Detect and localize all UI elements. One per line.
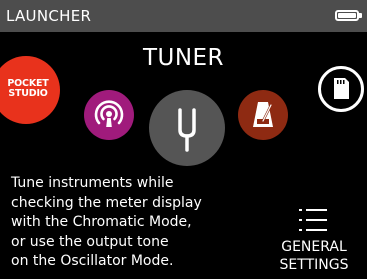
pocket-studio-logo: POCKET STUDIO bbox=[0, 79, 58, 99]
sd-card-app-icon[interactable] bbox=[318, 66, 364, 112]
battery-fill bbox=[338, 13, 356, 18]
pocket-studio-app-icon[interactable]: POCKET STUDIO bbox=[0, 56, 60, 124]
description-line: Tune instruments while bbox=[11, 175, 174, 191]
tuning-fork-icon bbox=[178, 108, 196, 152]
description-line: with the Chromatic Mode, bbox=[11, 214, 192, 230]
app-description: Tune instruments while checking the mete… bbox=[11, 174, 251, 272]
tuner-app-icon[interactable] bbox=[149, 90, 225, 166]
menu-list-icon[interactable] bbox=[299, 208, 329, 234]
podcast-icon bbox=[94, 100, 124, 127]
podcast-app-icon[interactable] bbox=[84, 90, 134, 140]
selected-app-title: TUNER bbox=[142, 45, 225, 71]
description-line: on the Oscillator Mode. bbox=[11, 253, 174, 269]
metronome-icon bbox=[253, 102, 273, 127]
status-title: LAUNCHER bbox=[6, 7, 92, 25]
battery-terminal bbox=[359, 13, 362, 18]
description-line: or use the output tone bbox=[11, 233, 169, 250]
settings-label-line1: GENERAL bbox=[281, 239, 347, 255]
battery-icon bbox=[335, 10, 359, 21]
pocket-studio-logo-line2: STUDIO bbox=[8, 88, 48, 99]
status-bar: LAUNCHER bbox=[0, 0, 367, 32]
settings-label-line2: SETTINGS bbox=[279, 257, 349, 273]
sd-card-icon bbox=[334, 78, 349, 99]
description-line: checking the meter display bbox=[11, 194, 202, 211]
launcher-screen: LAUNCHER TUNER POCKET STUDIO Tune instru… bbox=[0, 0, 367, 279]
metronome-app-icon[interactable] bbox=[238, 90, 288, 140]
general-settings-button[interactable]: GENERAL SETTINGS bbox=[262, 238, 366, 274]
